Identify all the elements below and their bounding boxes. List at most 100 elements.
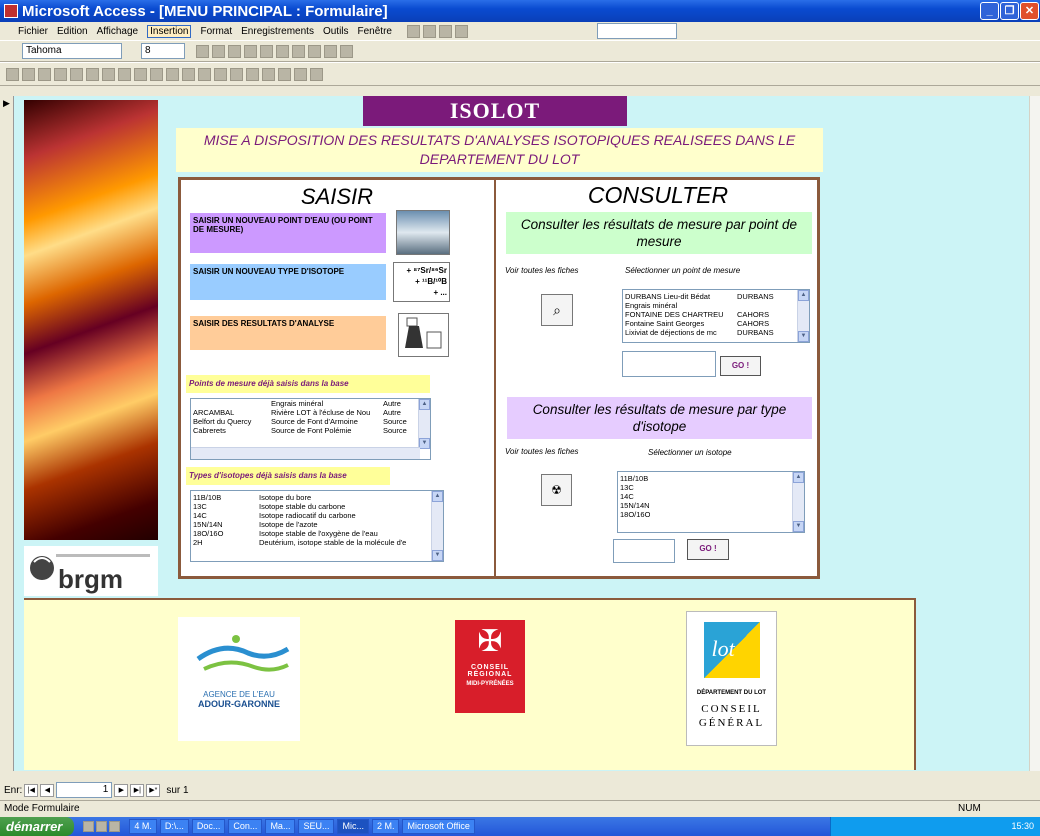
list-item[interactable]: 18O/16O Isotope stable de l'oxygène de l'… — [191, 529, 443, 538]
scroll-up-icon[interactable]: ▲ — [419, 399, 430, 410]
italic-icon[interactable] — [212, 44, 225, 58]
list-item[interactable]: 18O/16O — [618, 510, 804, 519]
maximize-button[interactable]: ❐ — [1000, 2, 1019, 20]
delete-record-icon[interactable] — [262, 67, 275, 81]
cut-icon[interactable] — [102, 67, 115, 81]
font-name-select[interactable]: Tahoma — [22, 43, 122, 59]
find-icon[interactable] — [230, 67, 243, 81]
list-item[interactable]: 11B/10B — [618, 474, 804, 483]
task-button[interactable]: Doc... — [191, 819, 226, 834]
toolbar-icon[interactable] — [438, 24, 452, 38]
toolbar-icon[interactable] — [422, 24, 436, 38]
font-size-select[interactable]: 8 — [141, 43, 185, 59]
scroll-down-icon[interactable]: ▼ — [798, 331, 809, 342]
scroll-up-icon[interactable]: ▲ — [793, 472, 804, 483]
menu-fenetre[interactable]: Fenêtre — [358, 26, 392, 37]
next-record-button[interactable]: ▶ — [114, 783, 129, 797]
start-button[interactable]: démarrer — [0, 817, 75, 836]
access-app-icon[interactable] — [4, 4, 18, 18]
water-point-image-button[interactable] — [396, 210, 450, 255]
list-item[interactable]: 13C Isotope stable du carbone — [191, 502, 443, 511]
list-item[interactable]: DURBANS Lieu-dit Bédat DURBANS — [623, 292, 809, 301]
points-select-list[interactable]: DURBANS Lieu-dit Bédat DURBANS Engrais mi… — [622, 289, 810, 343]
last-record-button[interactable]: ▶| — [130, 783, 145, 797]
list-item[interactable]: 2H Deutérium, isotope stable de la molécu… — [191, 538, 443, 547]
scroll-down-icon[interactable]: ▼ — [419, 438, 430, 449]
undo-icon[interactable] — [150, 67, 163, 81]
sort-desc-icon[interactable] — [182, 67, 195, 81]
list-item[interactable]: ARCAMBAL Rivière LOT à l'écluse de Nou Aut… — [191, 408, 430, 417]
filter-apply-icon[interactable] — [214, 67, 227, 81]
list-item[interactable]: Belfort du Quercy Source de Font d'Armoin… — [191, 417, 430, 426]
print-icon[interactable] — [54, 67, 67, 81]
border-icon[interactable] — [340, 44, 353, 58]
view-icon[interactable] — [6, 67, 19, 81]
clock[interactable]: 15:30 — [1011, 821, 1034, 831]
new-object-icon[interactable] — [294, 67, 307, 81]
point-search-input[interactable] — [622, 351, 716, 377]
list-item[interactable]: Fontaine Saint Georges CAHORS — [623, 319, 809, 328]
toolbar-icon[interactable] — [454, 24, 468, 38]
task-button[interactable]: D:\... — [159, 819, 189, 834]
close-button[interactable]: ✕ — [1020, 2, 1039, 20]
list-item[interactable]: 15N/14N — [618, 501, 804, 510]
menu-format[interactable]: Format — [200, 26, 232, 37]
record-selector[interactable] — [0, 96, 14, 771]
fill-color-icon[interactable] — [292, 44, 305, 58]
saisir-resultats-button[interactable]: SAISIR DES RESULTATS D'ANALYSE — [190, 316, 386, 350]
list-item[interactable]: 11B/10B Isotope du bore — [191, 493, 443, 502]
types-list[interactable]: 11B/10B Isotope du bore 13C Isotope stable… — [190, 490, 444, 562]
point-select-vscroll[interactable]: ▲ ▼ — [797, 290, 809, 342]
object-combo[interactable] — [596, 23, 677, 39]
copy-icon[interactable] — [118, 67, 131, 81]
isotope-search-input[interactable] — [613, 539, 675, 563]
spelling-icon[interactable] — [86, 67, 99, 81]
form-scrollbar[interactable] — [1029, 96, 1040, 771]
scroll-down-icon[interactable]: ▼ — [432, 550, 443, 561]
list-item[interactable]: 15N/14N Isotope de l'azote — [191, 520, 443, 529]
quicklaunch-icon[interactable] — [109, 821, 121, 832]
align-center-icon[interactable] — [260, 44, 273, 58]
list-item[interactable]: 13C — [618, 483, 804, 492]
filter-icon[interactable] — [198, 67, 211, 81]
align-left-icon[interactable] — [244, 44, 257, 58]
isotope-image-button[interactable]: + ⁸⁷Sr/⁸⁶Sr + ¹¹B/¹⁰B + ... — [393, 262, 450, 302]
quicklaunch-icon[interactable] — [96, 821, 108, 832]
task-button[interactable]: 2 M. — [371, 819, 400, 834]
help-icon[interactable] — [310, 67, 323, 81]
list-item[interactable]: Engrais minéral Autre — [191, 399, 430, 408]
view-all-isotopes-button[interactable]: ☢ — [541, 474, 572, 506]
sort-asc-icon[interactable] — [166, 67, 179, 81]
search-all-points-button[interactable]: ⌕ — [541, 294, 573, 326]
new-record-icon[interactable] — [246, 67, 259, 81]
record-number-input[interactable]: 1 — [56, 782, 113, 798]
bold-icon[interactable] — [196, 44, 209, 58]
saisir-isotope-button[interactable]: SAISIR UN NOUVEAU TYPE D'ISOTOPE — [190, 264, 386, 300]
menu-enregistrements[interactable]: Enregistrements — [241, 26, 314, 37]
points-hscroll[interactable] — [191, 447, 420, 459]
types-vscroll[interactable]: ▲ ▼ — [431, 491, 443, 561]
font-color-icon[interactable] — [308, 44, 321, 58]
saisir-point-button[interactable]: SAISIR UN NOUVEAU POINT D'EAU (OU POINT … — [190, 213, 386, 253]
go-isotope-button[interactable]: GO ! — [687, 539, 729, 560]
menu-edition[interactable]: Edition — [57, 26, 88, 37]
scroll-up-icon[interactable]: ▲ — [432, 491, 443, 502]
task-button[interactable]: Microsoft Office — [402, 819, 475, 834]
task-button[interactable]: Ma... — [265, 819, 296, 834]
minimize-button[interactable]: _ — [980, 2, 999, 20]
task-button[interactable]: 4 M. — [129, 819, 157, 834]
prev-record-button[interactable]: ◀ — [40, 783, 55, 797]
list-item[interactable]: 14C Isotope radiocatif du carbone — [191, 511, 443, 520]
go-point-button[interactable]: GO ! — [720, 356, 761, 376]
isotope-select-list[interactable]: 11B/10B 13C 14C 15N/14N 18O/16O ▲ ▼ — [617, 471, 805, 533]
menu-insertion[interactable]: Insertion — [147, 24, 192, 38]
align-right-icon[interactable] — [276, 44, 289, 58]
isotope-select-vscroll[interactable]: ▲ ▼ — [792, 472, 804, 532]
underline-icon[interactable] — [228, 44, 241, 58]
menu-outils[interactable]: Outils — [323, 26, 349, 37]
points-list[interactable]: Engrais minéral Autre ARCAMBAL Rivière LOT… — [190, 398, 431, 460]
scroll-down-icon[interactable]: ▼ — [793, 521, 804, 532]
save-icon[interactable] — [22, 67, 35, 81]
first-record-button[interactable]: |◀ — [24, 783, 39, 797]
new-record-button[interactable]: ▶* — [146, 783, 161, 797]
